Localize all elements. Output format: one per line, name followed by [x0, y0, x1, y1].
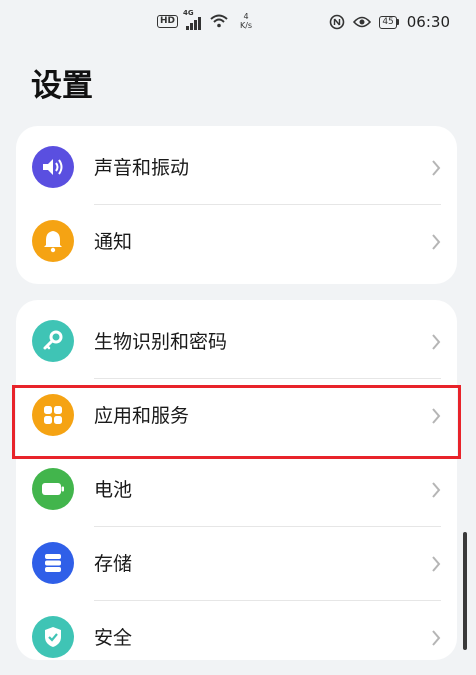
hd-icon: HD — [157, 14, 179, 28]
settings-item-label: 电池 — [94, 479, 133, 501]
status-left: HD 4G 4 K/s — [157, 9, 255, 30]
status-bar: HD 4G 4 K/s 45 06:30 — [0, 0, 476, 46]
signal-icon: 4G — [183, 9, 205, 30]
chevron-right-icon — [432, 482, 441, 498]
chevron-right-icon — [432, 556, 441, 572]
settings-group-1: 声音和振动 通知 — [16, 126, 457, 284]
speaker-icon — [32, 146, 74, 188]
storage-icon — [32, 542, 74, 584]
chevron-right-icon — [432, 234, 441, 250]
battery-status-icon: 45 — [379, 15, 399, 29]
settings-item-label: 通知 — [94, 231, 133, 253]
settings-item-label: 生物识别和密码 — [94, 331, 228, 353]
page-title: 设置 — [31, 68, 93, 104]
nfc-icon — [330, 14, 345, 30]
settings-item-sound[interactable]: 声音和振动 — [16, 132, 457, 205]
scrollbar[interactable] — [463, 532, 467, 650]
speed-value: 4 — [243, 12, 249, 21]
network-type: 4G — [183, 9, 194, 17]
bell-icon — [32, 220, 74, 262]
divider — [94, 204, 441, 205]
chevron-right-icon — [432, 334, 441, 350]
battery-icon — [32, 468, 74, 510]
divider — [94, 600, 441, 601]
status-right: 45 06:30 — [329, 13, 450, 31]
highlight-box — [12, 385, 461, 459]
settings-item-battery[interactable]: 电池 — [16, 454, 457, 527]
settings-item-label: 声音和振动 — [94, 157, 190, 179]
settings-item-label: 安全 — [94, 627, 133, 649]
chevron-right-icon — [432, 630, 441, 646]
divider — [94, 526, 441, 527]
settings-group-2: 生物识别和密码 应用和服务 电池 存储 安全 — [16, 300, 457, 660]
settings-item-storage[interactable]: 存储 — [16, 528, 457, 601]
wifi-icon — [210, 14, 228, 28]
divider — [94, 378, 441, 379]
chevron-right-icon — [432, 160, 441, 176]
speed-unit: K/s — [239, 21, 253, 30]
key-icon — [32, 320, 74, 362]
settings-item-biometrics[interactable]: 生物识别和密码 — [16, 306, 457, 379]
settings-item-notifications[interactable]: 通知 — [16, 206, 457, 279]
settings-item-label: 存储 — [94, 553, 133, 575]
battery-level: 45 — [379, 15, 397, 29]
clock: 06:30 — [406, 13, 450, 31]
shield-icon — [32, 616, 74, 658]
settings-item-security[interactable]: 安全 — [16, 602, 457, 675]
eye-comfort-icon — [353, 16, 372, 28]
network-speed: 4 K/s — [237, 12, 255, 30]
